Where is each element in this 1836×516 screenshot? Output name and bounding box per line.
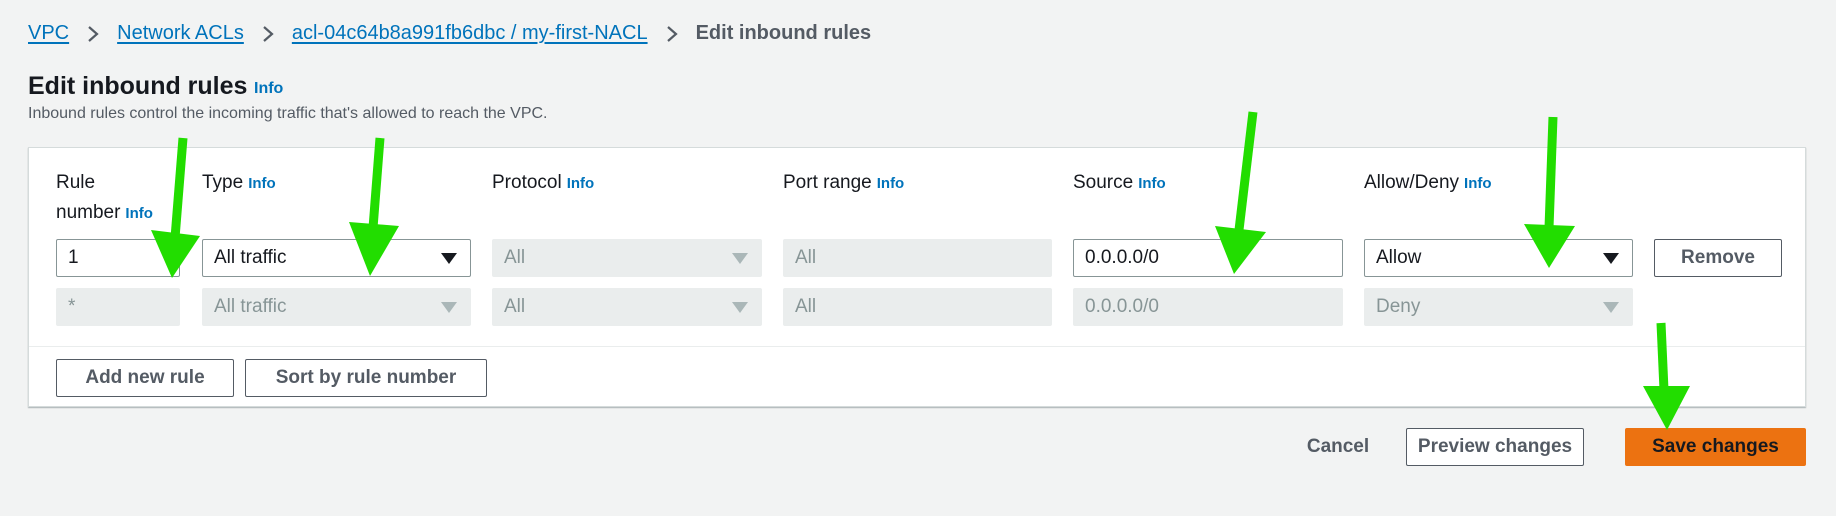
inbound-rules-panel: Rule number Info Type Info Protocol Info Po… — [28, 147, 1806, 407]
protocol-select: All — [492, 239, 762, 277]
chevron-right-icon — [244, 25, 292, 43]
page-title: Edit inbound rules — [28, 72, 248, 100]
breadcrumb-acl-link[interactable]: acl-04c64b8a991fb6dbc / my-first-NACL — [292, 22, 648, 45]
default-rule-number-input: * — [56, 288, 180, 326]
caret-down-icon — [1603, 302, 1619, 313]
caret-down-icon — [441, 253, 457, 264]
caret-down-icon — [1603, 253, 1619, 264]
column-header-protocol: Protocol Info — [492, 172, 594, 194]
panel-divider — [29, 346, 1805, 347]
default-allow-deny-select: Deny — [1364, 288, 1633, 326]
preview-changes-button[interactable]: Preview changes — [1406, 428, 1584, 466]
column-header-source-label: Source — [1073, 172, 1134, 193]
column-header-rule-number-line2: number Info — [56, 202, 153, 224]
rule-number-info-link[interactable]: Info — [125, 205, 153, 222]
port-range-info-link[interactable]: Info — [877, 175, 905, 192]
column-header-source: Source Info — [1073, 172, 1166, 194]
allow-deny-info-link[interactable]: Info — [1464, 175, 1492, 192]
column-header-rule-number-label-line2: number — [56, 202, 121, 223]
allow-deny-select[interactable]: Allow — [1364, 239, 1633, 277]
default-source-input: 0.0.0.0/0 — [1073, 288, 1343, 326]
chevron-right-icon — [69, 25, 117, 43]
cancel-button[interactable]: Cancel — [1298, 428, 1378, 466]
source-value: 0.0.0.0/0 — [1085, 247, 1159, 268]
type-info-link[interactable]: Info — [248, 175, 276, 192]
page-description: Inbound rules control the incoming traff… — [28, 105, 548, 122]
port-range-value: All — [795, 247, 817, 268]
default-type-value: All traffic — [214, 296, 287, 317]
column-header-allow-deny-label: Allow/Deny — [1364, 172, 1460, 193]
protocol-value: All — [504, 247, 526, 268]
rule-number-input[interactable]: 1 — [56, 239, 180, 277]
column-header-protocol-label: Protocol — [492, 172, 562, 193]
protocol-info-link[interactable]: Info — [567, 175, 595, 192]
sort-by-rule-number-button[interactable]: Sort by rule number — [245, 359, 487, 397]
remove-rule-button[interactable]: Remove — [1654, 239, 1782, 277]
chevron-right-icon — [648, 25, 696, 43]
caret-down-icon — [732, 302, 748, 313]
default-port-range-input: All — [783, 288, 1052, 326]
port-range-input: All — [783, 239, 1052, 277]
allow-deny-value: Allow — [1376, 247, 1422, 268]
default-type-select: All traffic — [202, 288, 471, 326]
caret-down-icon — [732, 253, 748, 264]
page-title-info-link[interactable]: Info — [254, 80, 283, 98]
default-allow-deny-value: Deny — [1376, 296, 1421, 317]
source-input[interactable]: 0.0.0.0/0 — [1073, 239, 1343, 277]
add-new-rule-button[interactable]: Add new rule — [56, 359, 234, 397]
column-header-type-label: Type — [202, 172, 244, 193]
column-header-port-range: Port range Info — [783, 172, 904, 194]
default-source-value: 0.0.0.0/0 — [1085, 296, 1159, 317]
type-value: All traffic — [214, 247, 287, 268]
breadcrumb-vpc-link[interactable]: VPC — [28, 22, 69, 45]
type-select[interactable]: All traffic — [202, 239, 471, 277]
column-header-port-range-label: Port range — [783, 172, 872, 193]
column-header-rule-number-label: Rule — [56, 172, 96, 193]
default-rule-number-value: * — [68, 296, 76, 317]
default-protocol-select: All — [492, 288, 762, 326]
breadcrumb-current: Edit inbound rules — [695, 22, 872, 44]
save-changes-button[interactable]: Save changes — [1625, 428, 1806, 466]
source-info-link[interactable]: Info — [1138, 175, 1166, 192]
breadcrumb-network-acls-link[interactable]: Network ACLs — [117, 22, 244, 45]
column-header-allow-deny: Allow/Deny Info — [1364, 172, 1492, 194]
column-header-type: Type Info — [202, 172, 276, 194]
default-protocol-value: All — [504, 296, 526, 317]
column-header-rule-number: Rule — [56, 172, 95, 194]
rule-number-value: 1 — [68, 247, 79, 268]
caret-down-icon — [441, 302, 457, 313]
breadcrumb: VPC Network ACLs acl-04c64b8a991fb6dbc /… — [28, 22, 871, 45]
default-port-range-value: All — [795, 296, 817, 317]
